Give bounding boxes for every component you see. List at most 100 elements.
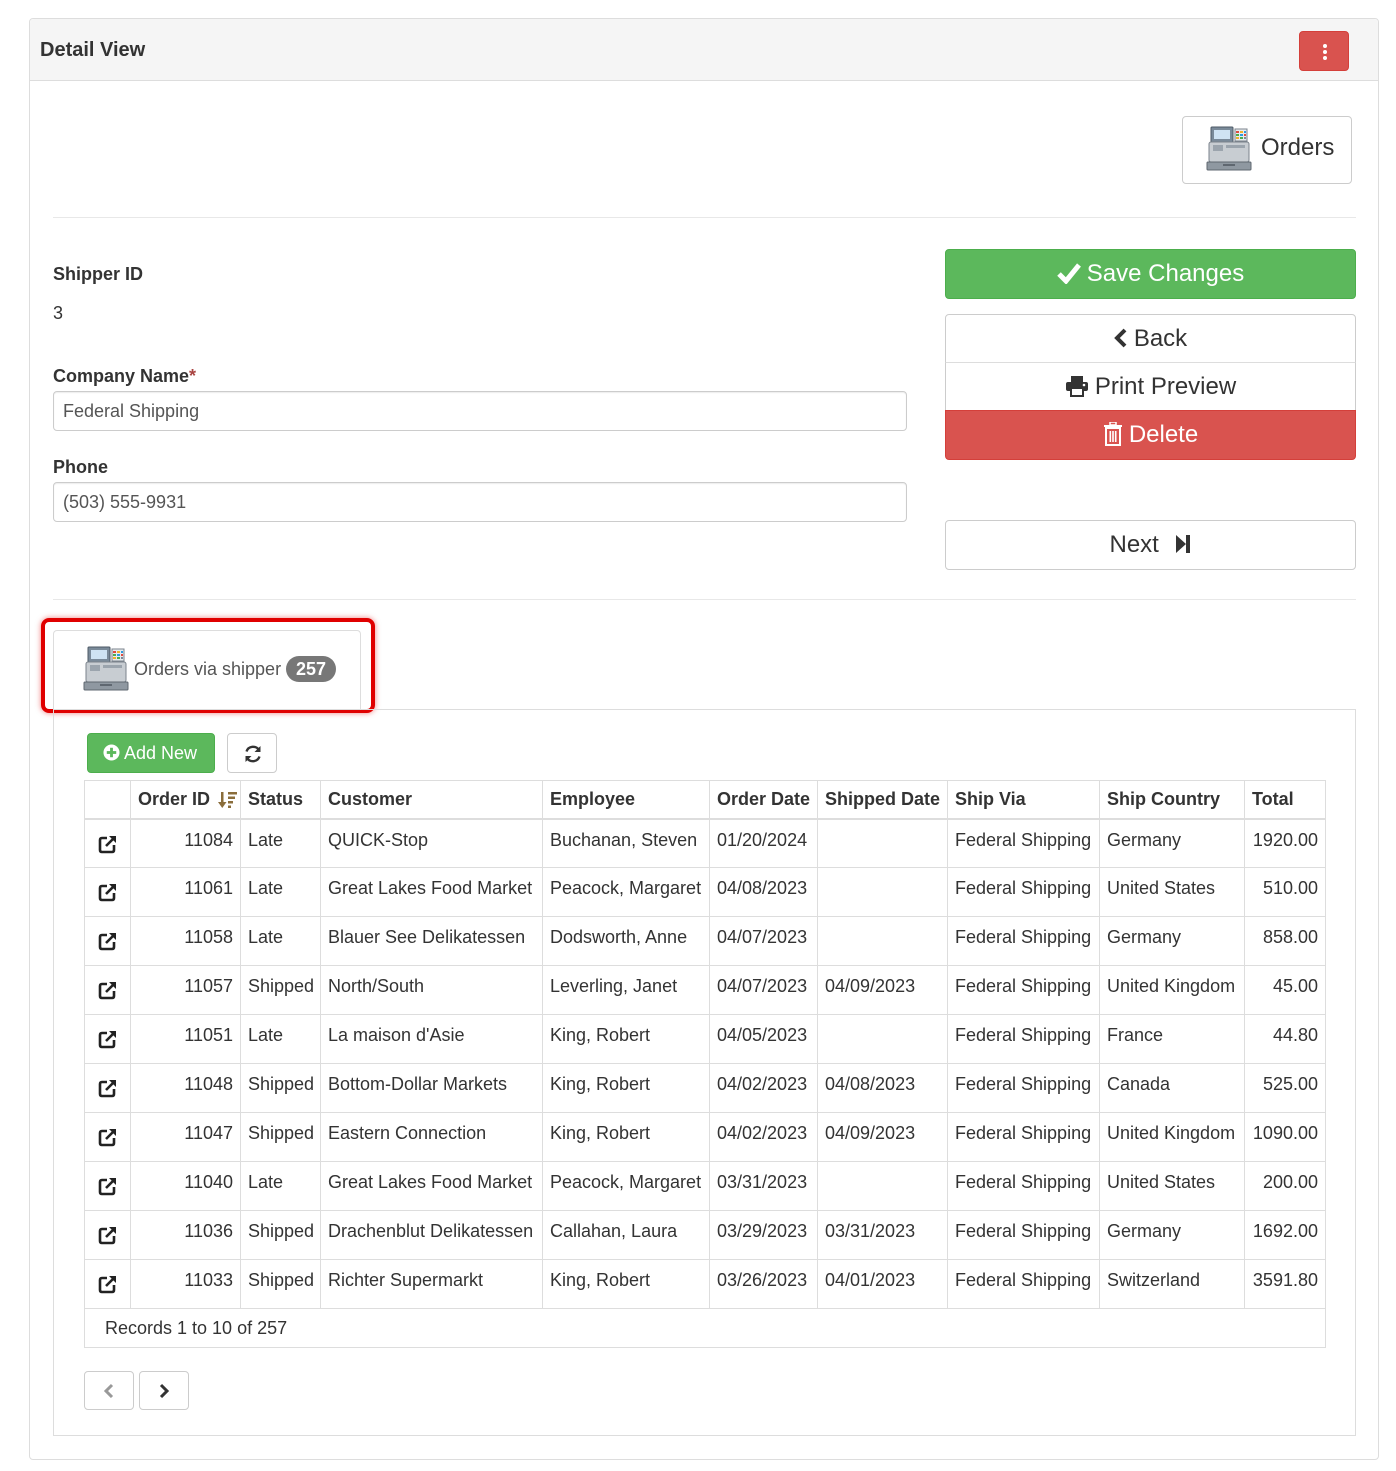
table-cell: Great Lakes Food Market	[320, 867, 543, 917]
table-cell: Germany	[1099, 916, 1245, 966]
save-changes-button[interactable]: Save Changes	[945, 249, 1356, 299]
table-cell: King, Robert	[542, 1063, 710, 1113]
table-row: 11047 Shipped Eastern Connection King, Robe…	[84, 1112, 1326, 1162]
panel-heading: Detail View	[30, 19, 1378, 81]
table-row: 11051 Late La maison d'Asie King, Robert 04/…	[84, 1014, 1326, 1064]
table-cell: Shipped	[240, 965, 321, 1015]
external-link-icon[interactable]	[98, 834, 118, 854]
table-cell: King, Robert	[542, 1014, 710, 1064]
table-cell	[817, 867, 948, 917]
highlight-outline	[41, 618, 375, 713]
add-new-button[interactable]: Add New	[87, 733, 215, 773]
table-cell: 11048	[130, 1063, 241, 1113]
chevron-left-icon	[103, 1383, 114, 1399]
page-title: Detail View	[40, 39, 146, 61]
more-menu-button[interactable]	[1299, 31, 1349, 71]
shipper-id-value: 3	[53, 303, 64, 323]
column-header-order-date[interactable]: Order Date	[709, 780, 818, 820]
save-label: Save Changes	[1086, 260, 1245, 287]
table-cell: 01/20/2024	[709, 818, 818, 868]
delete-button[interactable]: Delete	[945, 410, 1356, 460]
table-cell: Switzerland	[1099, 1259, 1245, 1309]
table-cell: 11051	[130, 1014, 241, 1064]
table-cell: Late	[240, 1014, 321, 1064]
table-header-row: Order ID Status Customer Employee Order …	[84, 780, 1326, 820]
detail-panel: Detail View Orders Shipper ID 3 Company …	[29, 18, 1379, 1460]
table-row: 11058 Late Blauer See Delikatessen Dodswort…	[84, 916, 1326, 966]
table-cell: Canada	[1099, 1063, 1245, 1113]
table-cell	[817, 916, 948, 966]
orders-link-label: Orders	[1261, 134, 1335, 161]
external-link-icon[interactable]	[98, 1176, 118, 1196]
table-cell: 04/09/2023	[817, 1112, 948, 1162]
table-cell: France	[1099, 1014, 1245, 1064]
column-header-shipped-date[interactable]: Shipped Date	[817, 780, 948, 820]
table-cell: Eastern Connection	[320, 1112, 543, 1162]
phone-field[interactable]: (503) 555-9931	[53, 482, 907, 522]
trash-icon	[1103, 421, 1122, 446]
column-header-ship-country[interactable]: Ship Country	[1099, 780, 1245, 820]
external-link-icon[interactable]	[98, 980, 118, 1000]
table-cell	[817, 818, 948, 868]
table-cell: 04/07/2023	[709, 965, 818, 1015]
chevron-right-icon	[159, 1383, 170, 1399]
external-link-icon[interactable]	[98, 882, 118, 902]
next-button[interactable]: Next	[945, 520, 1356, 570]
column-header-employee[interactable]: Employee	[542, 780, 710, 820]
next-page-button[interactable]	[139, 1371, 189, 1410]
external-link-icon[interactable]	[98, 1078, 118, 1098]
check-icon	[1056, 263, 1081, 284]
table-cell: Late	[240, 867, 321, 917]
print-preview-button[interactable]: Print Preview	[945, 362, 1356, 411]
records-summary: Records 1 to 10 of 257	[84, 1308, 1326, 1348]
external-link-icon[interactable]	[98, 1127, 118, 1147]
row-open-cell	[84, 1259, 131, 1309]
table-cell: 11057	[130, 965, 241, 1015]
table-cell: 200.00	[1244, 1161, 1326, 1211]
external-link-icon[interactable]	[98, 1029, 118, 1049]
column-header-customer[interactable]: Customer	[320, 780, 543, 820]
divider	[53, 217, 1356, 218]
table-cell: QUICK-Stop	[320, 818, 543, 868]
refresh-button[interactable]	[227, 733, 277, 773]
company-name-field[interactable]: Federal Shipping	[53, 391, 907, 431]
row-open-cell	[84, 867, 131, 917]
table-cell	[817, 1161, 948, 1211]
chevron-left-icon	[1113, 328, 1127, 348]
row-open-cell	[84, 1063, 131, 1113]
column-header-ship-via[interactable]: Ship Via	[947, 780, 1100, 820]
previous-page-button[interactable]	[84, 1371, 134, 1410]
table-cell: King, Robert	[542, 1259, 710, 1309]
sort-desc-icon	[218, 792, 238, 808]
phone-label: Phone	[53, 457, 109, 477]
back-button[interactable]: Back	[945, 314, 1356, 363]
orders-link-button[interactable]: Orders	[1182, 116, 1352, 184]
table-cell: Germany	[1099, 1210, 1245, 1260]
table-cell: Federal Shipping	[947, 916, 1100, 966]
table-cell: Late	[240, 1161, 321, 1211]
table-row: 11057 Shipped North/South Leverling, Janet 0…	[84, 965, 1326, 1015]
table-cell: Buchanan, Steven	[542, 818, 710, 868]
table-cell: 04/08/2023	[817, 1063, 948, 1113]
table-cell: United States	[1099, 1161, 1245, 1211]
table-cell: Federal Shipping	[947, 867, 1100, 917]
column-header-status[interactable]: Status	[240, 780, 321, 820]
column-header-total[interactable]: Total	[1244, 780, 1326, 820]
table-row: 11048 Shipped Bottom-Dollar Markets King, R…	[84, 1063, 1326, 1113]
table-cell: Shipped	[240, 1063, 321, 1113]
external-link-icon[interactable]	[98, 931, 118, 951]
table-cell: 858.00	[1244, 916, 1326, 966]
table-cell: Drachenblut Delikatessen	[320, 1210, 543, 1260]
row-open-cell	[84, 916, 131, 966]
step-forward-icon	[1175, 534, 1190, 553]
table-cell: Shipped	[240, 1210, 321, 1260]
company-name-label: Company Name*	[53, 366, 197, 386]
table-row: 11084 Late QUICK-Stop Buchanan, Steven 01/20…	[84, 818, 1326, 868]
external-link-icon[interactable]	[98, 1225, 118, 1245]
column-header-order-id[interactable]: Order ID	[130, 780, 241, 820]
table-cell: Late	[240, 818, 321, 868]
table-cell: 04/09/2023	[817, 965, 948, 1015]
refresh-icon	[245, 745, 261, 763]
table-row: 11040 Late Great Lakes Food Market Peacock,…	[84, 1161, 1326, 1211]
external-link-icon[interactable]	[98, 1274, 118, 1294]
